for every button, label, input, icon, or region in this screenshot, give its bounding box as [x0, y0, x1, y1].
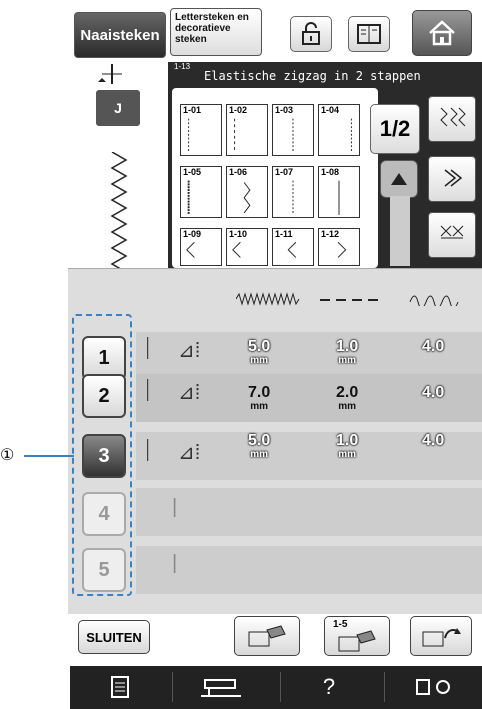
- tab-naaisteken[interactable]: Naaisteken: [74, 12, 166, 58]
- pattern-cell[interactable]: 1-09: [180, 228, 222, 266]
- stitch-width-icon: [236, 292, 300, 306]
- pattern-cell[interactable]: 1-01: [180, 104, 222, 156]
- chevron-stitch-icon: [444, 169, 463, 187]
- lock-button[interactable]: [290, 16, 332, 52]
- pattern-cell[interactable]: 1-05: [180, 166, 222, 218]
- lock-icon: [302, 22, 320, 45]
- settings-button[interactable]: [384, 672, 481, 702]
- single-needle-icon: ⏐: [142, 440, 154, 462]
- stitch-category-icon: [440, 107, 466, 127]
- clear-all-steps-button[interactable]: 1-5: [324, 616, 390, 656]
- memory-icon: [422, 628, 461, 647]
- tab-utility-stitches[interactable]: [428, 96, 476, 142]
- pattern-cell[interactable]: 1-03: [272, 104, 314, 156]
- settings-icon: [416, 679, 450, 695]
- pattern-cell[interactable]: 1-06: [226, 166, 268, 218]
- sewing-machine-icon: [201, 679, 241, 697]
- scroll-up-button[interactable]: [380, 160, 418, 198]
- book-icon: [357, 24, 381, 44]
- length-value[interactable]: 1.0 mm: [336, 433, 358, 462]
- manual-button[interactable]: [348, 16, 390, 52]
- step-row: [136, 488, 482, 536]
- tab-cross-stitch[interactable]: [428, 212, 476, 258]
- presser-foot-icon: J: [96, 90, 140, 126]
- clear-step-button[interactable]: [234, 616, 300, 656]
- help-button[interactable]: ?: [280, 672, 377, 702]
- divider: |: [172, 552, 178, 574]
- callout-line: [24, 455, 74, 457]
- step-row: [136, 546, 482, 594]
- mirror-icon[interactable]: ⊿⁞: [178, 380, 200, 405]
- tension-value[interactable]: 4.0: [422, 433, 444, 449]
- width-value[interactable]: 5.0 mm: [248, 339, 270, 368]
- single-needle-icon: ⏐: [142, 338, 154, 360]
- stitch-length-icon: [320, 299, 378, 301]
- cross-stitch-icon: [440, 225, 464, 239]
- memory-button[interactable]: [410, 616, 472, 656]
- machine-button[interactable]: [172, 672, 269, 702]
- length-value[interactable]: 1.0 mm: [336, 339, 358, 368]
- eraser-icon: [338, 630, 376, 652]
- pattern-number: 1-13: [174, 62, 191, 71]
- pattern-cell[interactable]: 1-04: [318, 104, 360, 156]
- single-needle-icon: ⏐: [142, 380, 154, 402]
- question-icon: ?: [322, 674, 336, 699]
- tab-decorative-stitches[interactable]: Lettersteken en decoratieve steken: [170, 8, 262, 56]
- width-value[interactable]: 7.0 mm: [248, 385, 270, 414]
- mirror-icon[interactable]: ⊿⁞: [178, 338, 200, 363]
- pattern-cell[interactable]: 1-08: [318, 166, 360, 218]
- length-value[interactable]: 2.0 mm: [336, 385, 358, 414]
- pattern-cell[interactable]: 1-10: [226, 228, 268, 266]
- home-button[interactable]: [412, 10, 472, 56]
- zigzag-preview-icon: [110, 152, 128, 272]
- mirror-icon[interactable]: ⊿⁞: [178, 440, 200, 465]
- width-value[interactable]: 5.0 mm: [248, 433, 270, 462]
- tension-icon: [409, 295, 459, 306]
- document-icon: [111, 676, 129, 698]
- close-button[interactable]: SLUITEN: [78, 620, 150, 654]
- stitch-preview: J: [82, 62, 168, 272]
- needle-icon: [98, 64, 122, 84]
- tension-value[interactable]: 4.0: [422, 385, 444, 401]
- home-icon: [429, 20, 455, 46]
- range-label: 1-5: [333, 619, 348, 630]
- divider: |: [172, 496, 178, 518]
- step-selection-outline: [72, 314, 132, 596]
- pattern-title: Elastische zigzag in 2 stappen: [204, 69, 421, 83]
- triangle-up-icon: [391, 173, 407, 185]
- pattern-cell[interactable]: 1-02: [226, 104, 268, 156]
- tension-value[interactable]: 4.0: [422, 339, 444, 355]
- pattern-cell[interactable]: 1-12: [318, 228, 360, 266]
- eraser-icon: [248, 625, 286, 647]
- page-indicator: 1/2: [370, 104, 420, 154]
- pattern-cell[interactable]: 1-07: [272, 166, 314, 218]
- document-button[interactable]: [72, 672, 168, 702]
- scrollbar[interactable]: [390, 196, 410, 266]
- pattern-cell[interactable]: 1-11: [272, 228, 314, 266]
- callout-label: ①: [0, 447, 15, 464]
- tab-decorative-category[interactable]: [428, 156, 476, 202]
